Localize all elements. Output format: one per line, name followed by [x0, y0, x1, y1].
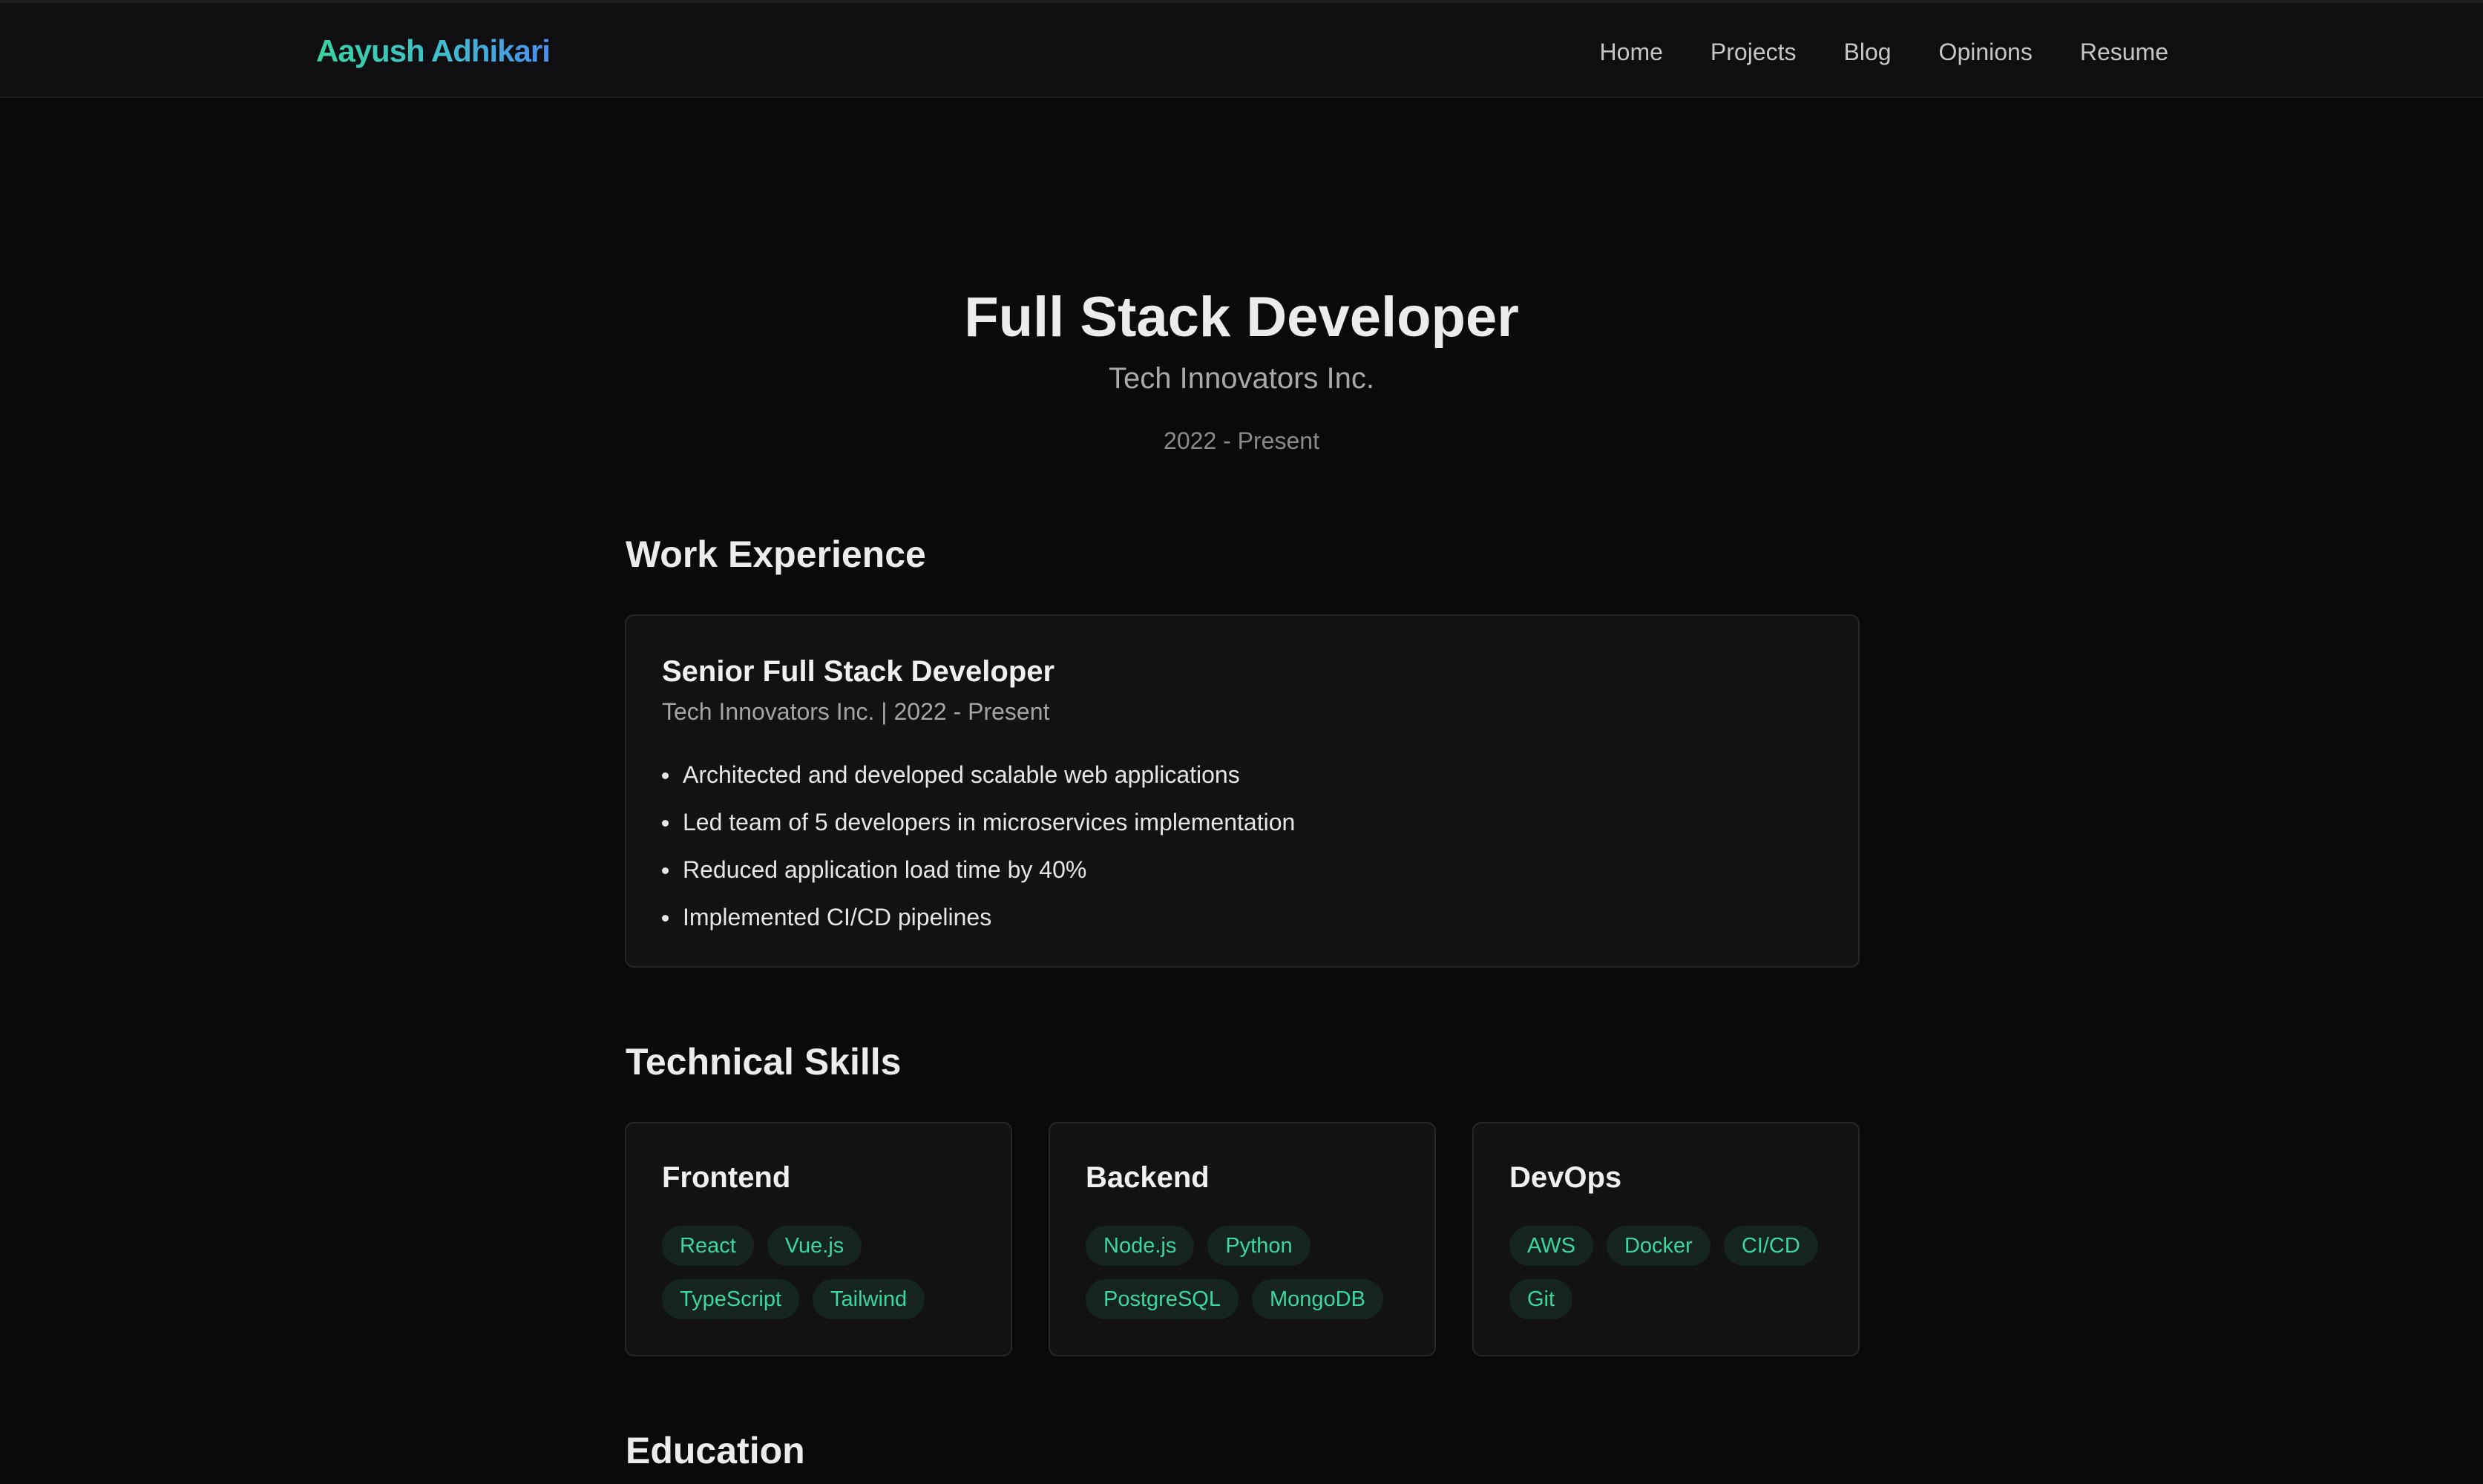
skill-group-title: Frontend — [662, 1161, 791, 1194]
chip-row: PostgreSQL MongoDB — [1086, 1279, 1397, 1319]
education-heading: Education — [626, 1430, 805, 1471]
job-title: Senior Full Stack Developer — [662, 655, 1055, 688]
skill-chip: Tailwind — [813, 1279, 925, 1319]
nav-blog-link[interactable]: Blog — [1844, 36, 1892, 68]
skill-chip: CI/CD — [1723, 1226, 1818, 1266]
chip-row: TypeScript Tailwind — [662, 1279, 938, 1319]
nav-home-link[interactable]: Home — [1600, 36, 1663, 68]
skill-card-devops: DevOps AWS Docker CI/CD Git — [1472, 1122, 1860, 1356]
skill-chip: Vue.js — [767, 1226, 862, 1266]
chip-row: Git — [1509, 1279, 1586, 1319]
chip-row: AWS Docker CI/CD — [1509, 1226, 1831, 1266]
top-navbar: Aayush Adhikari Home Projects Blog Opini… — [0, 0, 2483, 98]
job-subtitle: Tech Innovators Inc. | 2022 - Present — [662, 698, 1050, 725]
skill-chip: Docker — [1606, 1226, 1710, 1266]
chip-row: React Vue.js — [662, 1226, 875, 1266]
work-experience-heading: Work Experience — [626, 533, 926, 575]
chip-row: Node.js Python — [1086, 1226, 1324, 1266]
skill-chip: AWS — [1509, 1226, 1593, 1266]
main-nav: Home Projects Blog Opinions Resume — [1552, 36, 2168, 68]
hero-company: Tech Innovators Inc. — [1109, 362, 1374, 395]
skill-chip: Node.js — [1086, 1226, 1195, 1266]
technical-skills-heading: Technical Skills — [626, 1041, 902, 1083]
nav-resume-link[interactable]: Resume — [2080, 36, 2168, 68]
nav-opinions-link[interactable]: Opinions — [1939, 36, 2033, 68]
list-item: Reduced application load time by 40% — [662, 846, 1295, 893]
skill-card-frontend: Frontend React Vue.js TypeScript Tailwin… — [625, 1122, 1012, 1356]
hero-dates: 2022 - Present — [1164, 427, 1319, 454]
job-bullets: Architected and developed scalable web a… — [662, 751, 1295, 941]
skill-chip: React — [662, 1226, 754, 1266]
skill-group-title: DevOps — [1509, 1161, 1622, 1194]
skill-chip: MongoDB — [1251, 1279, 1383, 1319]
list-item: Led team of 5 developers in microservice… — [662, 798, 1295, 846]
site-logo[interactable]: Aayush Adhikari — [316, 33, 551, 70]
page-title: Full Stack Developer — [964, 286, 1519, 349]
list-item: Implemented CI/CD pipelines — [662, 893, 1295, 941]
skill-chip: TypeScript — [662, 1279, 799, 1319]
skill-chip: Python — [1207, 1226, 1311, 1266]
nav-projects-link[interactable]: Projects — [1710, 36, 1797, 68]
skill-card-backend: Backend Node.js Python PostgreSQL MongoD… — [1049, 1122, 1436, 1356]
skill-chip: Git — [1509, 1279, 1573, 1319]
skill-chip: PostgreSQL — [1086, 1279, 1239, 1319]
experience-card: Senior Full Stack Developer Tech Innovat… — [625, 614, 1860, 968]
list-item: Architected and developed scalable web a… — [662, 751, 1295, 798]
skill-group-title: Backend — [1086, 1161, 1210, 1194]
